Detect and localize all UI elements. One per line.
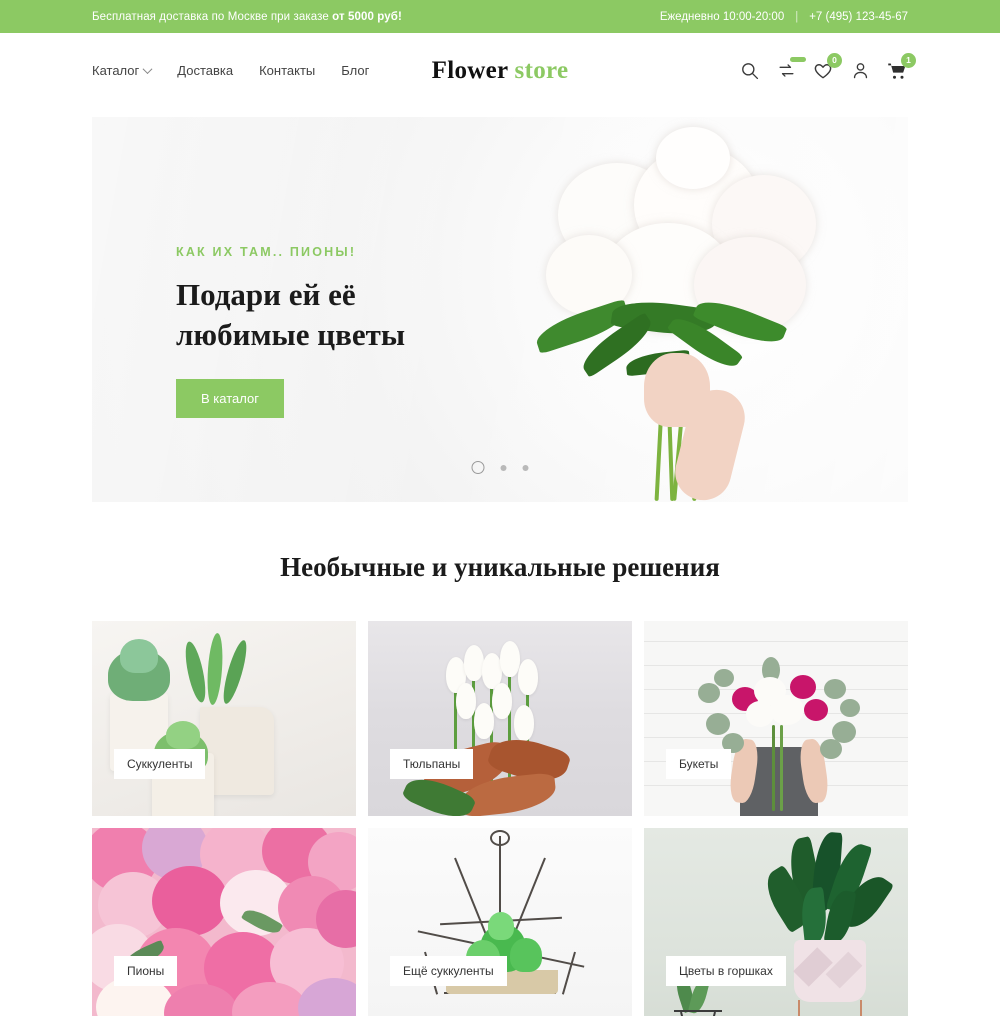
hero-section: КАК ИХ ТАМ.. ПИОНЫ! Подари ей её любимые…: [0, 117, 1000, 502]
nav-label-catalog: Каталог: [92, 63, 140, 78]
hero-slider: КАК ИХ ТАМ.. ПИОНЫ! Подари ей её любимые…: [92, 117, 908, 502]
wishlist-heart-icon[interactable]: 0: [812, 52, 842, 82]
nav-item-delivery[interactable]: Доставка: [177, 63, 233, 78]
category-image-peonies: [92, 828, 356, 1016]
slider-dot-3[interactable]: [522, 464, 529, 471]
category-label-succulents: Суккуленты: [114, 749, 206, 779]
hero-bouquet-illustration: [516, 117, 908, 502]
hero-title-line-1: Подари ей её: [176, 277, 356, 312]
chevron-down-icon: [142, 64, 153, 75]
category-label-peonies: Пионы: [114, 956, 178, 986]
user-account-icon[interactable]: [849, 60, 871, 82]
nav-item-blog[interactable]: Блог: [341, 63, 369, 78]
slider-dot-2[interactable]: [500, 464, 507, 471]
nav-label-contacts: Контакты: [259, 63, 316, 78]
category-card-succulents[interactable]: Суккуленты: [92, 621, 356, 816]
site-logo[interactable]: Flower store: [432, 57, 569, 85]
site-header: Каталог Доставка Контакты Блог Flower st…: [0, 33, 1000, 108]
category-label-tulips: Тюльпаны: [390, 749, 474, 779]
category-label-potted-flowers: Цветы в горшках: [666, 956, 786, 986]
hero-kicker: КАК ИХ ТАМ.. ПИОНЫ!: [176, 245, 357, 259]
category-image-potted-plant: [644, 828, 908, 1016]
contact-info: Ежедневно 10:00-20:00 | +7 (495) 123-45-…: [660, 11, 908, 23]
category-image-tulips: [368, 621, 632, 816]
slider-pagination: [471, 461, 529, 474]
hero-cta-button[interactable]: В каталог: [176, 379, 284, 419]
category-label-more-succulents: Ещё суккуленты: [390, 956, 507, 986]
category-image-succulents: [92, 621, 356, 816]
category-card-more-succulents[interactable]: Ещё суккуленты: [368, 828, 632, 1016]
category-card-peonies[interactable]: Пионы: [92, 828, 356, 1016]
promo-highlight: от 5000 руб!: [332, 10, 402, 23]
hero-content: КАК ИХ ТАМ.. ПИОНЫ! Подари ей её любимые…: [176, 245, 405, 419]
main-navigation: Каталог Доставка Контакты Блог: [92, 63, 369, 78]
promo-text: Бесплатная доставка по Москве при заказе: [92, 10, 333, 23]
category-grid: Суккуленты Тюльпаны Букеты Пионы Ещё сук…: [0, 621, 1000, 1016]
phone-number[interactable]: +7 (495) 123-45-67: [809, 11, 908, 23]
header-actions: 0 1: [738, 52, 916, 82]
promo-message: Бесплатная доставка по Москве при заказе…: [92, 11, 402, 23]
category-card-bouquets[interactable]: Букеты: [644, 621, 908, 816]
top-announcement-bar: Бесплатная доставка по Москве при заказе…: [0, 0, 1000, 33]
nav-label-delivery: Доставка: [177, 63, 234, 78]
divider: |: [795, 10, 799, 23]
section-title: Необычные и уникальные решения: [280, 552, 720, 582]
cart-count-badge: 1: [901, 52, 916, 68]
category-image-bouquets: [644, 621, 908, 816]
compare-icon[interactable]: [775, 56, 806, 82]
cart-icon[interactable]: 1: [886, 52, 916, 82]
hero-title-line-2: любимые цветы: [176, 316, 406, 352]
category-card-potted-flowers[interactable]: Цветы в горшках: [644, 828, 908, 1016]
category-image-terrarium: [368, 828, 632, 1016]
nav-item-contacts[interactable]: Контакты: [259, 63, 315, 78]
search-icon[interactable]: [738, 60, 760, 82]
slider-dot-1[interactable]: [471, 461, 485, 474]
working-hours: Ежедневно 10:00-20:00: [659, 10, 785, 23]
logo-text-primary: Flower: [431, 56, 508, 84]
nav-label-blog: Блог: [341, 63, 370, 78]
nav-item-catalog[interactable]: Каталог: [92, 63, 153, 78]
compare-count-badge: [790, 56, 806, 62]
category-label-bouquets: Букеты: [666, 749, 732, 779]
category-card-tulips[interactable]: Тюльпаны: [368, 621, 632, 816]
hero-title: Подари ей её любимые цветы: [176, 275, 405, 354]
logo-text-secondary: store: [514, 56, 569, 84]
wishlist-count-badge: 0: [827, 52, 842, 68]
